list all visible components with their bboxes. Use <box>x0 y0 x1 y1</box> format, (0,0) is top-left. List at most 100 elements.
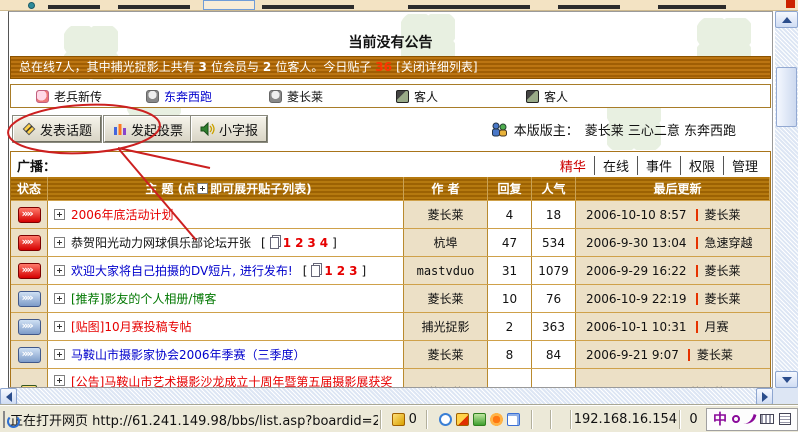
page-file-icon <box>270 237 279 249</box>
nav-link-permissions[interactable]: 权限 <box>680 156 723 175</box>
scroll-left-button[interactable] <box>0 388 17 405</box>
truncated-text-fragment <box>408 5 530 9</box>
nav-link-manage[interactable]: 管理 <box>723 156 766 175</box>
statusbar-divider <box>426 410 428 429</box>
separator <box>696 293 698 305</box>
swirl-icon[interactable] <box>439 413 452 426</box>
author-cell[interactable]: 菱长莱 <box>404 341 488 368</box>
views-cell: 141 <box>532 369 576 388</box>
expand-icon[interactable] <box>54 375 65 386</box>
guest-icon <box>396 90 409 103</box>
page-link[interactable]: 2 <box>337 264 345 278</box>
topic-title-link[interactable]: 2006年底活动计划 <box>71 208 174 222</box>
ime-menu-icon[interactable] <box>779 413 791 425</box>
ime-mode-icon[interactable] <box>732 415 740 423</box>
expand-icon[interactable] <box>54 209 65 220</box>
online-user-link[interactable]: 菱长莱 <box>287 88 323 105</box>
right-arrow-icon <box>762 392 768 402</box>
topic-title-link[interactable]: [推荐]影友的个人相册/博客 <box>71 292 216 306</box>
up-arrow-icon <box>782 17 792 23</box>
table-row: 欢迎大家将自己拍摄的DV短片, 进行发布! [ 1 2 3 ] mastvduo… <box>11 257 770 285</box>
nav-link-events[interactable]: 事件 <box>637 156 680 175</box>
updater-link[interactable]: 菱长莱 <box>697 346 733 363</box>
scroll-up-button[interactable] <box>775 11 798 28</box>
author-cell[interactable]: 菱长莱 <box>404 201 488 228</box>
topic-title-link[interactable]: 恭贺阳光动力网球俱乐部论坛开张 <box>71 236 251 250</box>
popup-blocked-icon[interactable] <box>456 413 469 426</box>
horizontal-scrollbar[interactable] <box>0 388 773 405</box>
expand-icon[interactable] <box>54 321 65 332</box>
truncated-text-fragment <box>262 5 354 9</box>
guest-icon <box>526 90 539 103</box>
scrollbar-thumb[interactable] <box>776 67 797 127</box>
scroll-right-button[interactable] <box>756 388 773 405</box>
green-arrows-icon[interactable] <box>473 413 486 426</box>
author-cell[interactable]: 杭埠 <box>404 229 488 256</box>
page-link[interactable]: 3 <box>349 264 357 278</box>
scroll-down-button[interactable] <box>775 371 798 388</box>
expand-icon[interactable] <box>54 265 65 276</box>
updated-time: 2006-9-21 9:07 <box>586 348 679 362</box>
truncated-text-fragment <box>48 5 100 9</box>
status-bar: 正在打开网页 http://61.241.149.98/bbs/list.asp… <box>0 405 798 432</box>
expand-icon[interactable] <box>54 349 65 360</box>
close-detail-link[interactable]: [关闭详细列表] <box>396 60 477 74</box>
updater-link[interactable]: 菱长莱 <box>705 262 741 279</box>
vertical-scrollbar[interactable] <box>775 11 798 388</box>
statusbar-divider <box>570 410 572 429</box>
status-cell <box>11 229 48 256</box>
edit-page-icon[interactable] <box>507 413 520 426</box>
author-cell[interactable]: 捕光捉影 <box>404 313 488 340</box>
ime-chinese-icon[interactable]: 中 <box>713 409 727 429</box>
bracket: [ <box>261 236 266 250</box>
replies-cell: 8 <box>488 341 532 368</box>
topic-title-link[interactable]: 欢迎大家将自己拍摄的DV短片, 进行发布! <box>71 264 293 278</box>
page-link[interactable]: 4 <box>320 236 328 250</box>
views-cell: 1079 <box>532 257 576 284</box>
online-user-link[interactable]: 客人 <box>544 88 568 105</box>
replies-cell: 10 <box>488 285 532 312</box>
hot-topic-icon <box>18 235 41 251</box>
topic-title-link[interactable]: [公告]马鞍山市艺术摄影沙龙成立十周年暨第五届摄影展获奖作品 <box>71 375 403 388</box>
topic-cell: [推荐]影友的个人相册/博客 <box>48 285 404 312</box>
expand-icon[interactable] <box>54 237 65 248</box>
online-users-box: 老兵新传 东奔西跑 菱长莱 客人 客人 <box>10 84 771 108</box>
page-link[interactable]: 2 <box>295 236 303 250</box>
page-link[interactable]: 3 <box>307 236 315 250</box>
nav-link-digest[interactable]: 精华 <box>552 156 594 175</box>
topic-title-link[interactable]: [贴图]10月赛投稿专帖 <box>71 320 192 334</box>
page-link[interactable]: 1 <box>324 264 332 278</box>
updater-link[interactable]: 月赛 <box>705 318 729 335</box>
empty-panel <box>535 406 548 432</box>
online-user-link[interactable]: 东奔西跑 <box>164 88 212 105</box>
views-cell: 76 <box>532 285 576 312</box>
forum-page: 当前没有公告 总在线7人，其中捕光捉影上共有 3 位会员与 2 位客人。今日贴子… <box>8 11 773 388</box>
bulletin-button[interactable]: 小字报 <box>191 116 267 142</box>
moderators-names[interactable]: 菱长莱 三心二意 东奔西跑 <box>585 120 736 139</box>
queue-count: 0 <box>689 412 697 427</box>
online-user-link[interactable]: 客人 <box>414 88 438 105</box>
updated-time: 2006-9-29 16:22 <box>586 264 687 278</box>
post-topic-button[interactable]: 发表话题 <box>13 116 101 142</box>
nav-link-online[interactable]: 在线 <box>594 156 637 175</box>
empty-panel <box>554 406 567 432</box>
hot-topic-icon <box>18 263 41 279</box>
soft-keyboard-icon[interactable] <box>760 414 774 424</box>
topic-title-link[interactable]: 马鞍山市摄影家协会2006年季赛（三季度） <box>71 348 306 362</box>
expand-icon[interactable] <box>54 293 65 304</box>
member-avatar-icon <box>146 90 159 103</box>
author-cell[interactable]: 菱长莱 <box>404 285 488 312</box>
starburst-icon[interactable] <box>490 413 503 426</box>
author-cell[interactable]: mastvduo <box>404 257 488 284</box>
start-vote-button[interactable]: 发起投票 <box>104 116 192 142</box>
online-user-link[interactable]: 老兵新传 <box>54 88 102 105</box>
updater-link[interactable]: 菱长莱 <box>705 206 741 223</box>
updater-link[interactable]: 急速穿越 <box>705 234 753 251</box>
page-link[interactable]: 1 <box>283 236 291 250</box>
author-cell[interactable]: 菱长莱 <box>404 369 488 388</box>
updated-time: 2006-10-1 10:31 <box>586 320 687 334</box>
topic-cell: [公告]马鞍山市艺术摄影沙龙成立十周年暨第五届摄影展获奖作品 <box>48 369 404 388</box>
ime-brush-icon[interactable] <box>743 412 756 427</box>
updater-link[interactable]: 菱长莱 <box>705 290 741 307</box>
statusbar-divider <box>679 410 681 429</box>
